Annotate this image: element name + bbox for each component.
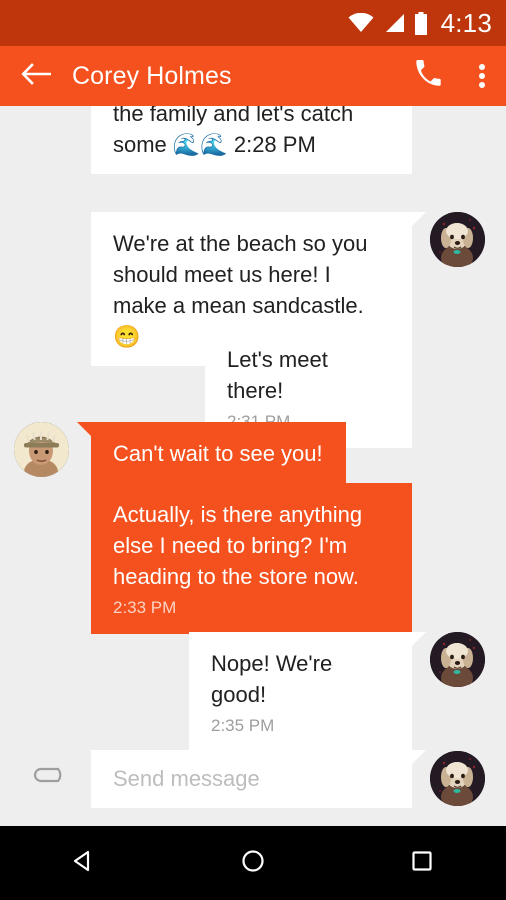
home-circle-icon — [238, 846, 268, 881]
wifi-icon — [348, 13, 374, 33]
back-arrow-icon — [21, 62, 52, 91]
nav-home-button[interactable] — [208, 826, 298, 900]
nav-back-button[interactable] — [39, 826, 129, 900]
back-triangle-icon — [69, 846, 99, 881]
overflow-menu-button[interactable] — [458, 46, 506, 106]
paperclip-icon — [31, 764, 67, 791]
avatar-dog[interactable] — [430, 751, 485, 806]
message-timestamp: 2:28 PM — [233, 132, 316, 157]
send-message-placeholder: Send message — [113, 766, 260, 791]
back-arrow-button[interactable] — [0, 46, 72, 106]
message-bubble-outgoing[interactable]: Actually, is there anything else I need … — [91, 483, 412, 634]
conversation-thread[interactable]: the family and let's catch some 🌊🌊 2:28 … — [0, 106, 506, 826]
more-vertical-icon — [479, 61, 485, 91]
message-bubble-clipped[interactable]: the family and let's catch some 🌊🌊 2:28 … — [91, 106, 412, 174]
avatar-dog[interactable] — [430, 212, 485, 267]
app-bar: Corey Holmes — [0, 46, 506, 106]
message-composer: Send message — [0, 734, 506, 826]
conversation-title: Corey Holmes — [72, 61, 232, 90]
message-text: Can't wait to see you! — [113, 441, 323, 466]
send-message-input[interactable]: Send message — [91, 750, 426, 808]
message-text: We're at the beach so you should meet us… — [113, 231, 368, 318]
avatar-person-cap[interactable] — [14, 422, 69, 477]
wave-emoji: 🌊🌊 — [172, 132, 228, 157]
message-text-line1: the family and let's catch — [113, 106, 354, 126]
message-bubble-outgoing[interactable]: Can't wait to see you! — [77, 422, 346, 483]
phone-icon — [414, 59, 442, 93]
attach-button[interactable] — [30, 758, 68, 796]
cellular-signal-icon — [383, 13, 405, 33]
message-text: Let's meet there! — [227, 347, 328, 403]
android-navigation-bar — [0, 826, 506, 900]
message-timestamp: 2:33 PM — [113, 598, 177, 617]
avatar-dog[interactable] — [430, 632, 485, 687]
message-text-line2: some — [113, 132, 167, 157]
messaging-app-screen: 4:13 Corey Holmes the family and let's c… — [0, 0, 506, 900]
message-text: Actually, is there anything else I need … — [113, 502, 363, 589]
grin-emoji: 😁 — [113, 324, 141, 349]
message-text: Nope! We're good! — [211, 651, 333, 707]
status-clock: 4:13 — [440, 7, 492, 38]
call-button[interactable] — [398, 46, 458, 106]
recents-square-icon — [407, 846, 437, 881]
status-bar: 4:13 — [0, 0, 506, 46]
battery-icon — [414, 11, 428, 35]
nav-recents-button[interactable] — [377, 826, 467, 900]
